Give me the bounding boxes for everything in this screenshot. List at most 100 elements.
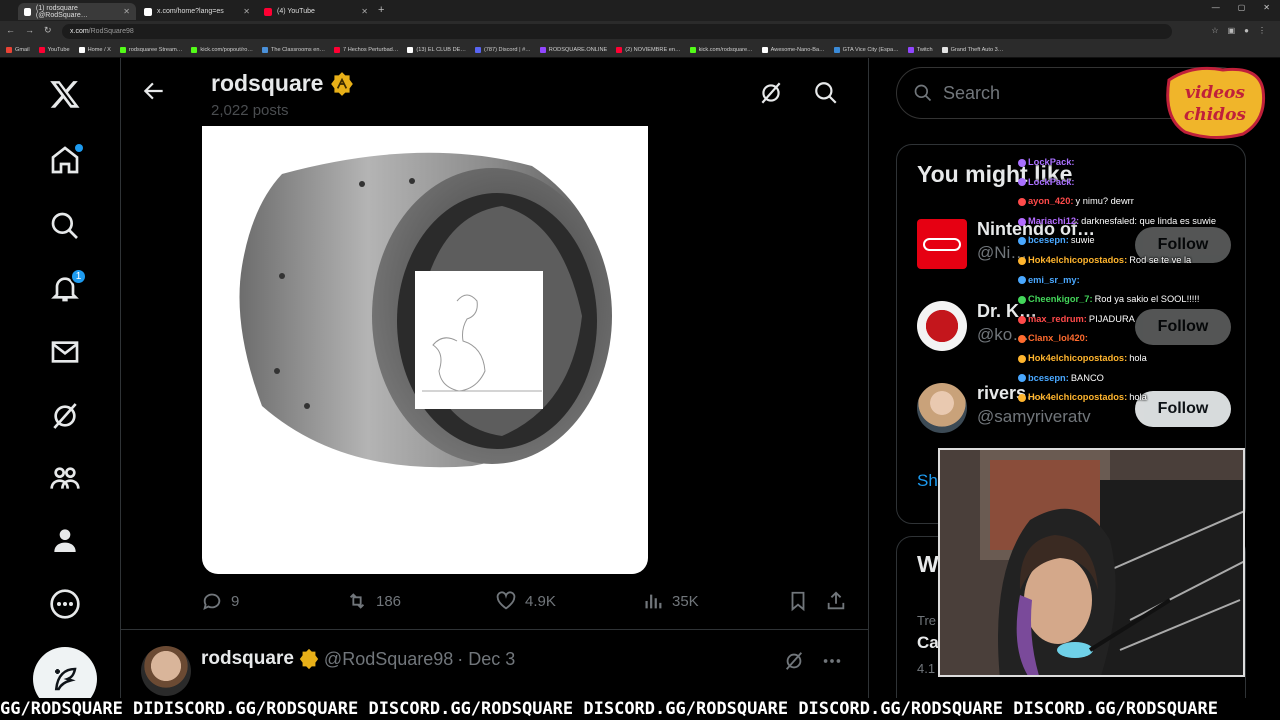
grok-icon[interactable]	[47, 398, 83, 434]
bookmark-item[interactable]: The Classrooms en…	[261, 46, 325, 53]
profile-person-icon[interactable]	[47, 522, 83, 558]
communities-icon[interactable]	[47, 460, 83, 496]
chat-message: Hok4elchicopostados: hola	[1018, 349, 1258, 369]
back-icon[interactable]: ←	[6, 25, 15, 36]
bookmark-item[interactable]: Awesome-Nano-Ba…	[761, 46, 825, 53]
grok-icon[interactable]	[783, 650, 805, 672]
views-button[interactable]: 35K	[642, 590, 699, 612]
bookmark-item[interactable]: Twitch	[907, 46, 933, 53]
profile-header: rodsquare 2,022 posts	[121, 58, 868, 126]
chat-badge-icon	[1018, 276, 1026, 285]
tab-rodsquare-profile[interactable]: (1) rodsquare (@RodSquare… ✕	[18, 3, 136, 20]
chat-text: Rod se te ve la	[1129, 254, 1192, 265]
more-circle-icon[interactable]	[47, 586, 83, 622]
next-post-date: · Dec 3	[457, 648, 516, 669]
chat-text: suwie	[1070, 235, 1095, 246]
repost-button[interactable]: 186	[346, 590, 401, 612]
profile-icon[interactable]: ●	[1244, 26, 1249, 35]
chat-message: bcesepn: suwie	[1018, 231, 1258, 251]
chat-username: ayon_420:	[1028, 196, 1074, 207]
reply-button[interactable]: 9	[201, 590, 239, 612]
bookmark-item[interactable]: kick.com/rodsquare…	[689, 46, 753, 53]
url-path: /RodSquare98	[88, 28, 134, 35]
maximize-icon[interactable]: ▢	[1238, 3, 1246, 12]
bookmark-item[interactable]: rodsquaree Stream…	[119, 46, 182, 53]
x-favicon-icon	[144, 7, 152, 16]
bookmarks-bar: Gmail YouTube Home / X rodsquaree Stream… ki…	[0, 42, 1280, 58]
bookmark-button[interactable]	[787, 590, 809, 612]
new-tab-icon[interactable]: +	[378, 4, 384, 16]
bookmark-item[interactable]: kick.com/popout/ro…	[191, 46, 253, 53]
bookmark-item[interactable]: Gmail	[6, 46, 30, 53]
next-post-handle[interactable]: @RodSquare98	[324, 649, 453, 670]
bookmark-favicon-icon	[38, 46, 45, 53]
chat-username: bcesepn:	[1028, 235, 1069, 246]
bookmark-item[interactable]: (13) EL CLUB DE…	[407, 46, 466, 53]
chat-username: Clanx_lol420:	[1028, 333, 1088, 344]
browser-toolbar: ← → ↻ x.com/RodSquare98 ☆ ▣ ● ⋮	[0, 21, 1280, 42]
share-upload-icon	[827, 591, 845, 610]
home-icon[interactable]	[47, 142, 83, 178]
next-post-author: rodsquare @RodSquare98 · Dec 3	[201, 648, 515, 670]
bookmark-item[interactable]: YouTube	[38, 46, 70, 53]
bookmark-label: GTA Vice City (Espa…	[842, 46, 899, 53]
bookmark-item[interactable]: Grand Theft Auto 3…	[941, 46, 1003, 53]
bookmark-favicon-icon	[119, 46, 126, 53]
show-more-link[interactable]: Sh	[917, 471, 938, 491]
chat-username: LockPack:	[1028, 157, 1075, 167]
post-count: 2,022 posts	[211, 102, 289, 119]
close-tab-icon[interactable]: ✕	[123, 7, 130, 16]
bookmark-favicon-icon	[616, 46, 623, 53]
x-logo-icon[interactable]	[47, 76, 83, 112]
close-tab-icon[interactable]: ✕	[361, 7, 368, 16]
back-arrow-icon[interactable]	[141, 78, 167, 104]
tab-x-home[interactable]: x.com/home?lang=es ✕	[138, 3, 256, 20]
chat-message: Mariachi12: darknesfaled: que linda es su…	[1018, 212, 1258, 232]
bookmark-item[interactable]: (787) Discord | #…	[474, 46, 531, 53]
next-post[interactable]: rodsquare @RodSquare98 · Dec 3	[141, 646, 861, 706]
share-button[interactable]	[825, 590, 847, 612]
bookmark-item[interactable]: (2) NOVIEMBRE en…	[616, 46, 681, 53]
search-icon[interactable]	[813, 80, 839, 106]
bookmark-item[interactable]: 7 Hechos Perturbad…	[334, 46, 398, 53]
bookmark-star-icon[interactable]: ☆	[1211, 26, 1218, 35]
chat-username: Hok4elchicopostados:	[1028, 254, 1128, 265]
grok-icon[interactable]	[758, 80, 784, 106]
chat-message: Cheenkigor_7: Rod ya sakio el SOOL!!!!!	[1018, 290, 1258, 310]
close-window-icon[interactable]: ✕	[1263, 3, 1270, 12]
tab-youtube[interactable]: (4) YouTube ✕	[258, 3, 374, 20]
chat-text: Rod ya sakio el SOOL!!!!!	[1094, 294, 1200, 305]
more-dots-icon[interactable]	[821, 650, 843, 672]
notifications-badge: 1	[70, 268, 87, 285]
minimize-icon[interactable]: —	[1212, 3, 1220, 12]
bookmark-favicon-icon	[474, 46, 481, 53]
avatar	[917, 301, 967, 351]
repost-icon	[349, 593, 365, 609]
avatar[interactable]	[141, 646, 191, 696]
like-button[interactable]: 4.9K	[495, 590, 556, 612]
chat-badge-icon	[1018, 335, 1026, 344]
messages-mail-icon[interactable]	[47, 334, 83, 370]
heart-icon	[496, 591, 516, 610]
bookmark-label: Twitch	[916, 46, 933, 53]
chat-username: Cheenkigor_7:	[1028, 294, 1093, 305]
chat-username: bcesepn:	[1028, 372, 1069, 383]
extensions-icon[interactable]: ▣	[1228, 26, 1236, 35]
explore-search-icon[interactable]	[47, 208, 83, 244]
bookmark-item[interactable]: GTA Vice City (Espa…	[833, 46, 899, 53]
close-tab-icon[interactable]: ✕	[243, 7, 250, 16]
forward-icon[interactable]: →	[25, 25, 34, 36]
reload-icon[interactable]: ↻	[44, 25, 52, 36]
notifications-bell-icon[interactable]: 1	[47, 268, 87, 306]
trend-name[interactable]: Ca	[917, 633, 939, 653]
tab-label: (1) rodsquare (@RodSquare…	[35, 4, 88, 19]
address-bar[interactable]: x.com/RodSquare98	[62, 24, 1172, 39]
bookmark-favicon-icon	[78, 46, 85, 53]
next-post-name[interactable]: rodsquare	[201, 648, 294, 670]
bookmark-item[interactable]: Home / X	[78, 46, 111, 53]
chat-message: Hok4elchicopostados: Rod se te ve la	[1018, 251, 1258, 271]
tab-label: x.com/home?lang=es	[157, 8, 224, 15]
menu-icon[interactable]: ⋮	[1258, 26, 1266, 35]
bookmark-item[interactable]: RODSQUARE.ONLINE	[539, 46, 607, 53]
post-image[interactable]	[202, 126, 648, 574]
